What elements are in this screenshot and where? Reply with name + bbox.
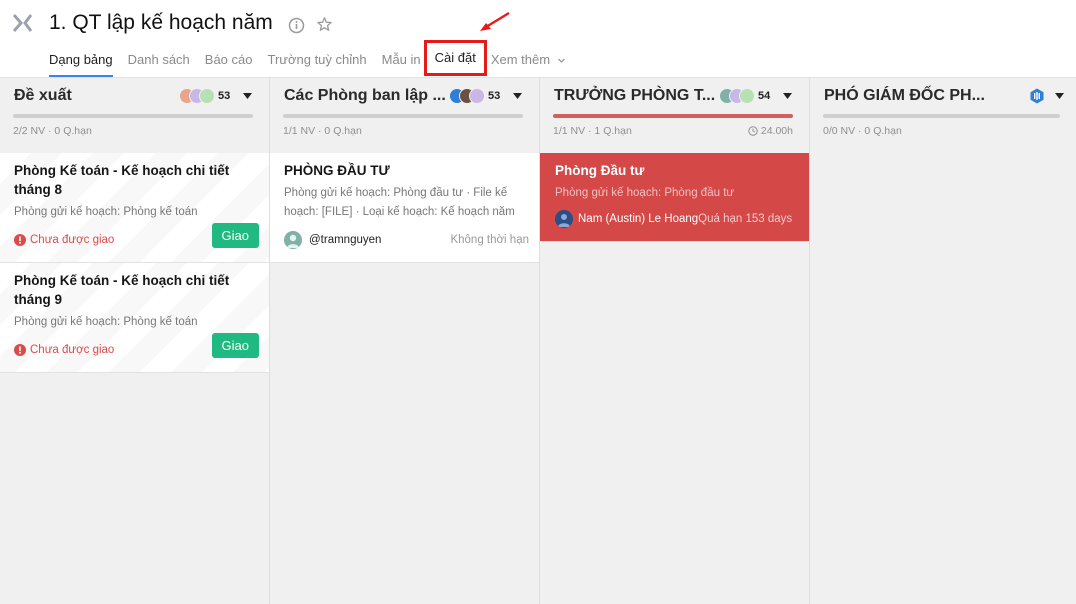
column-pho-giam-doc: PHÓ GIÁM ĐỐC PH... 0/0 NV · 0 Q.hạn bbox=[810, 78, 1076, 604]
column-time: 24.00h bbox=[748, 125, 793, 137]
column-assignees[interactable] bbox=[1029, 88, 1045, 104]
column-progress-bar bbox=[553, 114, 793, 118]
status-text: Chưa được giao bbox=[30, 234, 115, 246]
column-progress-bar bbox=[13, 114, 253, 118]
user-icon bbox=[287, 234, 299, 248]
task-card[interactable]: Phòng Đầu tư Phòng gửi kế hoạch: Phòng đ… bbox=[540, 153, 809, 242]
column-count: 53 bbox=[488, 90, 501, 102]
caret-down-icon[interactable] bbox=[783, 93, 792, 99]
card-subtitle: Phòng gửi kế hoạch: Phòng kế toán bbox=[14, 316, 198, 328]
column-phong-ban: Các Phòng ban lập ... 53 1/1 NV · 0 Q.hạ… bbox=[270, 78, 540, 604]
column-title: Các Phòng ban lập ... bbox=[284, 87, 446, 104]
column-progress-bar bbox=[823, 114, 1060, 118]
column-meta: 1/1 NV · 0 Q.hạn bbox=[283, 125, 362, 137]
tab-report[interactable]: Báo cáo bbox=[205, 51, 253, 77]
assign-button[interactable]: Giao bbox=[211, 223, 259, 248]
clock-icon bbox=[748, 126, 758, 136]
avatar bbox=[284, 231, 302, 249]
tab-custom-fields[interactable]: Trường tuỳ chỉnh bbox=[267, 51, 366, 77]
column-assignees[interactable]: 53 bbox=[179, 88, 230, 104]
column-de-xuat: Đề xuất 53 2/2 NV · 0 Q.hạn Phòng Kế toá… bbox=[0, 78, 270, 604]
app-header: 1. QT lập kế hoạch năm Dạng bảng Danh sá… bbox=[0, 0, 1076, 78]
star-icon[interactable] bbox=[316, 16, 333, 33]
tab-settings[interactable]: Cài đặt bbox=[423, 40, 487, 76]
column-count: 54 bbox=[758, 90, 771, 102]
warning-icon bbox=[14, 344, 26, 356]
column-assignees[interactable]: 53 bbox=[449, 88, 500, 104]
card-user: Nam (Austin) Le Hoang bbox=[578, 213, 699, 225]
column-assignees[interactable]: 54 bbox=[719, 88, 770, 104]
overdue-text: Quá hạn 153 days bbox=[698, 213, 793, 225]
card-user: @tramnguyen bbox=[309, 234, 382, 246]
caret-down-icon[interactable] bbox=[513, 93, 522, 99]
task-card[interactable]: Phòng Kế toán - Kế hoạch chi tiết tháng … bbox=[0, 263, 269, 373]
card-subtitle: Phòng gửi kế hoạch: Phòng kế toán bbox=[14, 206, 198, 218]
annotation-arrow-icon bbox=[480, 11, 510, 31]
column-title: Đề xuất bbox=[14, 87, 72, 104]
column-progress-bar bbox=[283, 114, 523, 118]
column-count: 53 bbox=[218, 90, 231, 102]
card-footer: Nam (Austin) Le Hoang Quá hạn 153 days bbox=[555, 207, 799, 231]
card-title: PHÒNG ĐẦU TƯ bbox=[284, 163, 390, 178]
card-title: Phòng Đầu tư bbox=[555, 163, 645, 178]
page-title: 1. QT lập kế hoạch năm bbox=[49, 11, 273, 34]
column-title: PHÓ GIÁM ĐỐC PH... bbox=[824, 87, 985, 104]
card-title: Phòng Kế toán - Kế hoạch chi tiết tháng … bbox=[14, 273, 230, 307]
avatar bbox=[739, 88, 755, 104]
view-tabs: Dạng bảng Danh sách Báo cáo Trường tuỳ c… bbox=[49, 40, 581, 78]
card-title: Phòng Kế toán - Kế hoạch chi tiết tháng … bbox=[14, 163, 230, 197]
task-card[interactable]: Phòng Kế toán - Kế hoạch chi tiết tháng … bbox=[0, 153, 269, 263]
column-header: TRƯỞNG PHÒNG T... 54 1/1 NV · 1 Q.hạn 24… bbox=[540, 78, 809, 153]
column-header: Các Phòng ban lập ... 53 1/1 NV · 0 Q.hạ… bbox=[270, 78, 539, 153]
warning-icon bbox=[14, 234, 26, 246]
chevron-down-icon bbox=[557, 58, 565, 63]
app-logo-icon[interactable] bbox=[12, 12, 34, 34]
avatar bbox=[199, 88, 215, 104]
column-header: Đề xuất 53 2/2 NV · 0 Q.hạn bbox=[0, 78, 269, 153]
tab-list[interactable]: Danh sách bbox=[128, 51, 190, 77]
team-hex-icon bbox=[1030, 88, 1044, 104]
column-meta: 1/1 NV · 1 Q.hạn bbox=[553, 125, 632, 137]
caret-down-icon[interactable] bbox=[243, 93, 252, 99]
assign-button[interactable]: Giao bbox=[211, 333, 259, 358]
user-photo-icon bbox=[558, 214, 570, 227]
kanban-board: Đề xuất 53 2/2 NV · 0 Q.hạn Phòng Kế toá… bbox=[0, 78, 1076, 604]
deadline-text: Không thời hạn bbox=[450, 234, 529, 246]
task-card[interactable]: PHÒNG ĐẦU TƯ Phòng gửi kế hoạch: Phòng đ… bbox=[270, 153, 539, 263]
card-subtitle: Phòng gửi kế hoạch: Phòng đầu tư · File … bbox=[284, 187, 515, 218]
column-meta: 0/0 NV · 0 Q.hạn bbox=[823, 125, 902, 137]
tab-board[interactable]: Dạng bảng bbox=[49, 51, 113, 77]
tab-more[interactable]: Xem thêm bbox=[491, 51, 566, 77]
tab-print-template[interactable]: Mẫu in bbox=[382, 51, 421, 77]
caret-down-icon[interactable] bbox=[1055, 93, 1064, 99]
column-time-value: 24.00h bbox=[760, 125, 793, 137]
avatar bbox=[555, 210, 573, 228]
tab-more-label: Xem thêm bbox=[490, 52, 551, 67]
column-title: TRƯỞNG PHÒNG T... bbox=[554, 87, 716, 104]
info-icon[interactable] bbox=[288, 17, 305, 34]
card-subtitle: Phòng gửi kế hoạch: Phòng đầu tư bbox=[555, 187, 735, 199]
column-header: PHÓ GIÁM ĐỐC PH... 0/0 NV · 0 Q.hạn bbox=[810, 78, 1076, 153]
column-meta: 2/2 NV · 0 Q.hạn bbox=[13, 125, 92, 137]
avatar bbox=[469, 88, 485, 104]
card-footer: @tramnguyen Không thời hạn bbox=[284, 228, 529, 252]
column-truong-phong: TRƯỞNG PHÒNG T... 54 1/1 NV · 1 Q.hạn 24… bbox=[540, 78, 810, 604]
status-text: Chưa được giao bbox=[30, 344, 115, 356]
